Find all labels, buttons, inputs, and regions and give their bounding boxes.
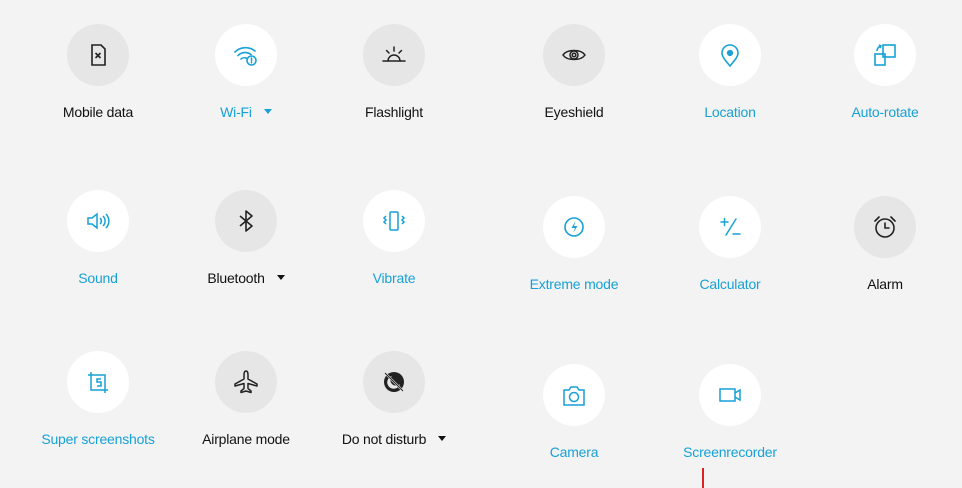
tile-label: Auto-rotate	[851, 104, 919, 120]
tile-label: Location	[704, 104, 756, 120]
flashlight-icon	[382, 46, 406, 62]
screen-recorder-icon	[719, 388, 741, 402]
tile-label: Bluetooth	[207, 270, 265, 286]
tile-calculator[interactable]: Calculator	[655, 196, 805, 306]
tile-label-with-dropdown[interactable]: Do not disturb	[319, 431, 469, 447]
tile-sound[interactable]: Sound	[23, 190, 173, 300]
wifi-icon	[234, 46, 257, 66]
tile-alarm[interactable]: Alarm	[810, 196, 960, 306]
auto-rotate-toggle[interactable]	[854, 24, 916, 86]
airplane-mode-toggle[interactable]	[215, 351, 277, 413]
tile-wifi[interactable]: Wi-Fi	[171, 24, 321, 134]
tile-location[interactable]: Location	[655, 24, 805, 134]
tile-flashlight[interactable]: Flashlight	[319, 24, 469, 134]
alarm-clock-icon	[874, 216, 896, 238]
tile-label-with-dropdown[interactable]: Bluetooth	[171, 270, 321, 286]
vibrate-icon	[382, 211, 406, 231]
eye-icon	[562, 49, 586, 61]
tile-auto-rotate[interactable]: Auto-rotate	[810, 24, 960, 134]
camera-toggle[interactable]	[543, 364, 605, 426]
tile-mobile-data[interactable]: Mobile data	[23, 24, 173, 134]
bluetooth-icon	[239, 210, 253, 232]
dropdown-caret-icon[interactable]	[276, 274, 285, 280]
tile-label: Vibrate	[372, 270, 416, 286]
alarm-toggle[interactable]	[854, 196, 916, 258]
sim-off-icon	[91, 44, 106, 66]
tile-label: Mobile data	[62, 104, 134, 120]
text-cursor-indicator	[702, 468, 704, 488]
eyeshield-toggle[interactable]	[543, 24, 605, 86]
tile-super-screenshots[interactable]: Super screenshots	[23, 351, 173, 461]
mobile-data-toggle[interactable]	[67, 24, 129, 86]
tile-label: Calculator	[699, 276, 761, 292]
airplane-icon	[234, 370, 258, 394]
tile-label: Sound	[78, 270, 118, 286]
tile-camera[interactable]: Camera	[499, 364, 649, 474]
tile-bluetooth[interactable]: Bluetooth	[171, 190, 321, 300]
auto-rotate-icon	[874, 44, 896, 66]
tile-label: Camera	[549, 444, 599, 460]
dropdown-caret-icon[interactable]	[438, 435, 447, 441]
super-screenshots-toggle[interactable]	[67, 351, 129, 413]
bluetooth-toggle[interactable]	[215, 190, 277, 252]
sound-toggle[interactable]	[67, 190, 129, 252]
quick-settings-panel: Mobile data Wi-Fi Flashlight Eyeshield L…	[0, 0, 962, 488]
vibrate-toggle[interactable]	[363, 190, 425, 252]
do-not-disturb-toggle[interactable]	[363, 351, 425, 413]
tile-eyeshield[interactable]: Eyeshield	[499, 24, 649, 134]
extreme-mode-toggle[interactable]	[543, 196, 605, 258]
power-saving-icon	[564, 217, 584, 237]
screenshot-icon	[88, 372, 108, 393]
tile-extreme-mode[interactable]: Extreme mode	[499, 196, 649, 306]
do-not-disturb-icon	[384, 372, 404, 392]
screenrecorder-toggle[interactable]	[699, 364, 761, 426]
tile-label: Screenrecorder	[683, 444, 777, 460]
tile-do-not-disturb[interactable]: Do not disturb	[319, 351, 469, 461]
tile-vibrate[interactable]: Vibrate	[319, 190, 469, 300]
tile-label-with-dropdown[interactable]: Wi-Fi	[171, 104, 321, 120]
tile-label: Do not disturb	[341, 431, 427, 447]
location-pin-icon	[721, 44, 739, 68]
dropdown-caret-icon[interactable]	[263, 108, 272, 114]
calculator-icon	[720, 217, 741, 236]
tile-label: Super screenshots	[41, 431, 155, 447]
tile-screenrecorder[interactable]: Screenrecorder	[655, 364, 805, 474]
flashlight-toggle[interactable]	[363, 24, 425, 86]
tile-airplane-mode[interactable]: Airplane mode	[171, 351, 321, 461]
tile-label: Alarm	[867, 276, 903, 292]
tile-label: Wi-Fi	[220, 104, 252, 120]
tile-label: Extreme mode	[529, 276, 619, 292]
speaker-icon	[87, 212, 110, 230]
tile-label: Airplane mode	[202, 431, 290, 447]
calculator-toggle[interactable]	[699, 196, 761, 258]
location-toggle[interactable]	[699, 24, 761, 86]
tile-label: Flashlight	[365, 104, 423, 120]
camera-icon	[563, 386, 585, 406]
wifi-toggle[interactable]	[215, 24, 277, 86]
tile-label: Eyeshield	[544, 104, 604, 120]
